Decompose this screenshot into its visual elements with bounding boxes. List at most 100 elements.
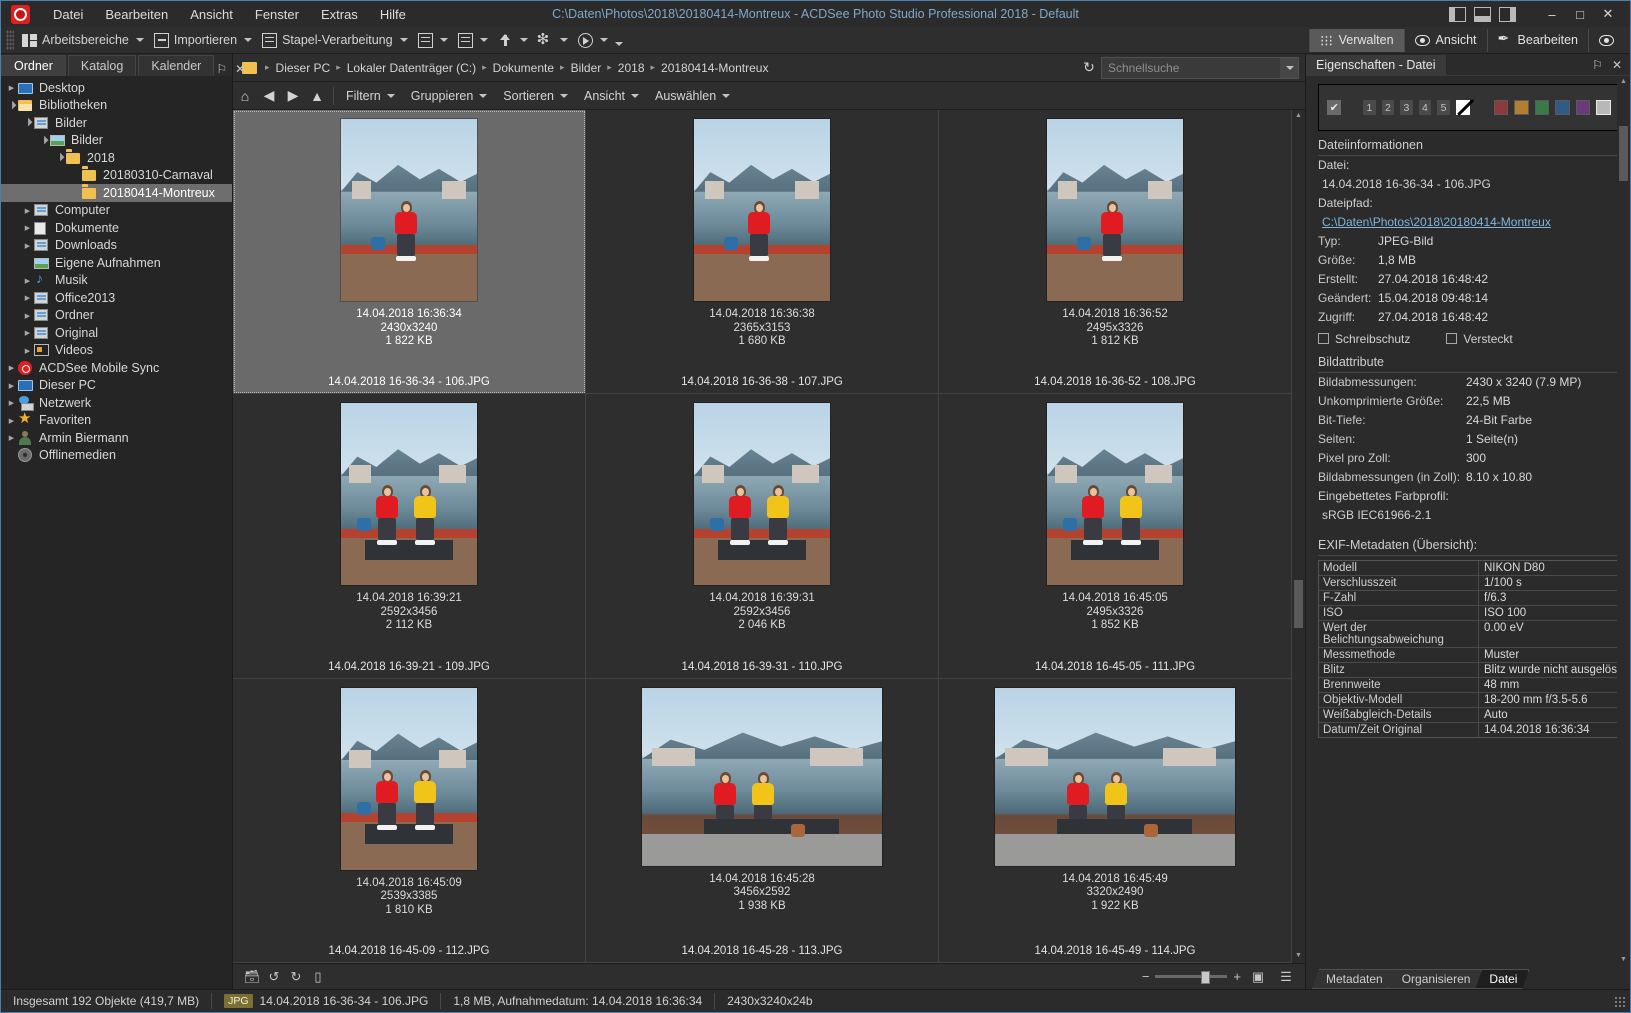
breadcrumb-item-2[interactable]: Dokumente — [489, 59, 558, 77]
tree-item-desktop[interactable]: Desktop — [1, 79, 232, 97]
tree-expand-icon[interactable] — [21, 206, 34, 215]
photo-thumbnail[interactable] — [694, 119, 830, 301]
resize-button[interactable] — [413, 29, 453, 52]
tree-item-bilder[interactable]: Bilder — [1, 114, 232, 132]
left-panel-toggle-icon[interactable] — [1449, 6, 1466, 22]
tree-expand-icon[interactable] — [21, 223, 34, 232]
folder-tree[interactable]: Desktop Bibliotheken Bilder Bilder 2018 20180… — [1, 76, 232, 989]
chevron-down-icon[interactable] — [479, 38, 488, 42]
tree-expand-icon[interactable] — [5, 398, 18, 407]
chevron-down-icon[interactable] — [135, 38, 144, 42]
tree-item-videos[interactable]: Videos — [1, 342, 232, 360]
chevron-down-icon[interactable] — [399, 38, 408, 42]
rotate-left-icon[interactable]: ↺ — [263, 967, 285, 987]
search-dropdown-icon[interactable] — [1280, 57, 1298, 78]
save-image-icon[interactable]: 🗃 — [241, 967, 263, 987]
breadcrumb-item-4[interactable]: 2018 — [614, 59, 649, 77]
scrollbar-thumb[interactable] — [1294, 580, 1303, 628]
breadcrumb-item-3[interactable]: Bilder — [567, 59, 606, 77]
tab-katalog[interactable]: Katalog — [67, 55, 137, 76]
color-label-none[interactable] — [1596, 100, 1611, 115]
tree-expand-icon[interactable] — [5, 363, 18, 372]
thumbnail-cell[interactable]: 14.04.2018 16:45:28 3456x2592 1 938 KB 14.0… — [586, 678, 939, 963]
right-panel-toggle-icon[interactable] — [1499, 6, 1516, 22]
toolbar-overflow-icon[interactable] — [614, 42, 623, 46]
duplicate-button[interactable] — [453, 29, 493, 52]
tree-item-favoriten[interactable]: Favoriten — [1, 409, 232, 430]
tab-organisieren[interactable]: Organisieren — [1388, 969, 1483, 989]
menu-item-datei[interactable]: Datei — [42, 4, 94, 25]
tree-expand-icon[interactable] — [21, 241, 34, 250]
pin-icon[interactable]: ⚐ — [1592, 58, 1603, 72]
tab-kalender[interactable]: Kalender — [138, 55, 215, 76]
ansicht-button[interactable]: Ansicht — [576, 86, 647, 106]
up-icon[interactable]: ▲ — [305, 85, 329, 107]
mode-overflow[interactable] — [1588, 28, 1624, 52]
slideshow-button[interactable] — [573, 29, 613, 52]
thumbnail-scrollbar[interactable]: ▲ ▼ — [1292, 110, 1305, 963]
menu-item-bearbeiten[interactable]: Bearbeiten — [94, 4, 179, 25]
chevron-down-icon[interactable] — [244, 38, 253, 42]
scroll-up-arrow-icon[interactable]: ▲ — [1619, 78, 1628, 87]
tree-expand-icon[interactable] — [21, 346, 34, 355]
rotate-right-icon[interactable]: ↻ — [285, 967, 307, 987]
photo-thumbnail[interactable] — [1047, 403, 1183, 586]
tree-expand-icon[interactable] — [5, 83, 18, 92]
tree-item-offlinemedien[interactable]: Offlinemedien — [1, 447, 232, 465]
dateipfad-link[interactable]: C:\Daten\Photos\2018\20180414-Montreux — [1306, 213, 1630, 232]
tree-item-bilder[interactable]: Bilder — [1, 132, 232, 150]
menu-item-fenster[interactable]: Fenster — [244, 4, 310, 25]
photo-thumbnail[interactable] — [341, 119, 477, 301]
tree-item-dieser-pc[interactable]: Dieser PC — [1, 377, 232, 395]
breadcrumb-item-5[interactable]: 20180414-Montreux — [657, 59, 772, 77]
toolbar-grip[interactable] — [6, 30, 14, 50]
tree-item-2018[interactable]: 2018 — [1, 149, 232, 167]
scroll-down-arrow-icon[interactable]: ▼ — [1619, 956, 1628, 965]
scrollbar-thumb[interactable] — [1619, 126, 1628, 181]
thumbnail-grid[interactable]: 14.04.2018 16:36:34 2430x3240 1 822 KB 14.0… — [233, 110, 1292, 963]
gruppieren-button[interactable]: Gruppieren — [403, 86, 496, 106]
mode-verwalten[interactable]: Verwalten — [1308, 28, 1404, 52]
color-label-green[interactable] — [1534, 100, 1550, 115]
checked-flag-icon[interactable]: ✔ — [1327, 100, 1342, 115]
zoom-in-icon[interactable]: + — [1233, 969, 1241, 984]
tree-expand-icon[interactable] — [5, 101, 18, 110]
tree-item-20180414-montreux[interactable]: 20180414-Montreux — [1, 184, 232, 202]
rating-2-button[interactable]: 2 — [1381, 100, 1395, 115]
color-label-blue[interactable] — [1555, 100, 1570, 115]
sortieren-button[interactable]: Sortieren — [495, 86, 576, 106]
menu-item-hilfe[interactable]: Hilfe — [369, 4, 417, 25]
tree-expand-icon[interactable] — [21, 293, 34, 302]
mode-ansicht[interactable]: Ansicht — [1403, 28, 1487, 52]
photo-thumbnail[interactable] — [341, 403, 477, 586]
effects-button[interactable] — [533, 29, 573, 52]
thumbnail-cell[interactable]: 14.04.2018 16:45:49 3320x2490 1 922 KB 14.0… — [939, 678, 1292, 963]
resize-grip[interactable] — [1614, 995, 1625, 1007]
back-icon[interactable]: ◀ — [257, 85, 281, 107]
chevron-down-icon[interactable] — [519, 38, 528, 42]
detail-view-icon[interactable]: ☰ — [1275, 967, 1297, 987]
thumbnail-view-icon[interactable]: ▣ — [1247, 967, 1269, 987]
menu-item-extras[interactable]: Extras — [310, 4, 369, 25]
color-label-orange[interactable] — [1514, 100, 1529, 115]
tree-item-office2013[interactable]: Office2013 — [1, 289, 232, 307]
tree-item-ordner[interactable]: Ordner — [1, 307, 232, 325]
thumbnail-size-slider[interactable] — [1155, 971, 1228, 984]
maximize-button[interactable]: □ — [1566, 3, 1594, 25]
forward-icon[interactable]: ▶ — [281, 85, 305, 107]
thumbnail-cell[interactable]: 14.04.2018 16:45:09 2539x3385 1 810 KB 14.0… — [233, 678, 586, 963]
bottom-panel-toggle-icon[interactable] — [1474, 6, 1491, 22]
photo-thumbnail[interactable] — [341, 687, 477, 870]
upload-button[interactable] — [493, 29, 533, 52]
tree-item-dokumente[interactable]: Dokumente — [1, 219, 232, 237]
tree-item-acdsee-mobile-sync[interactable]: ACDSee Mobile Sync — [1, 359, 232, 377]
search-box[interactable] — [1101, 56, 1299, 79]
tree-expand-icon[interactable] — [5, 433, 18, 442]
rating-5-button[interactable]: 5 — [1437, 100, 1450, 115]
chevron-down-icon[interactable] — [439, 38, 448, 42]
chevron-down-icon[interactable] — [559, 38, 568, 42]
tree-expand-icon[interactable] — [21, 118, 34, 127]
photo-thumbnail[interactable] — [642, 687, 882, 866]
zoom-out-icon[interactable]: − — [1142, 969, 1150, 984]
tree-item-armin-biermann[interactable]: Armin Biermann — [1, 429, 232, 447]
